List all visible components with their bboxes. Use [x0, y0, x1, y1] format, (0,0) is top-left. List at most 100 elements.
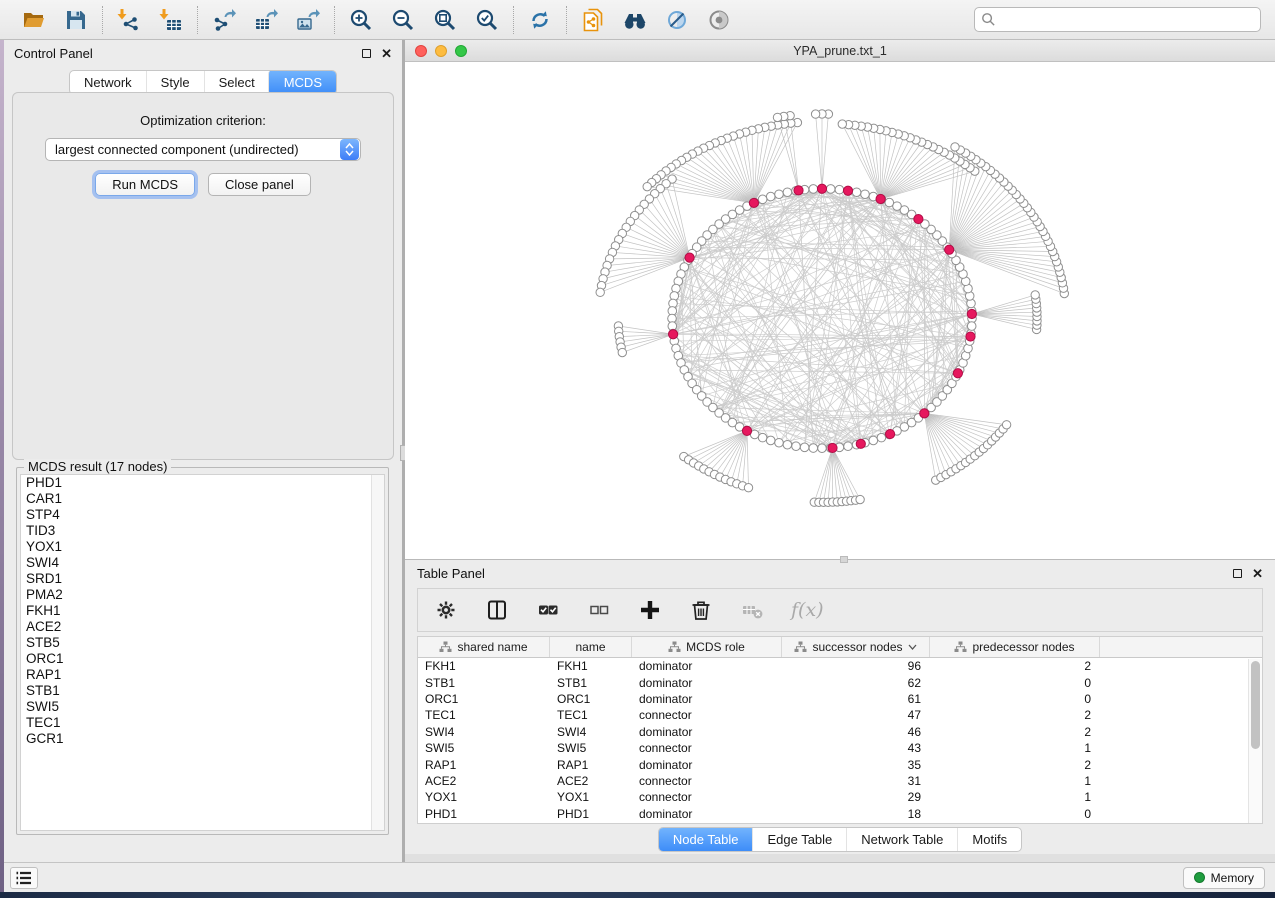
export-network-icon[interactable] — [210, 6, 238, 34]
network-node[interactable] — [758, 433, 767, 442]
mcds-list-item[interactable]: STB5 — [21, 635, 384, 651]
mcds-dominator-node[interactable] — [953, 369, 962, 378]
network-node[interactable] — [792, 442, 801, 451]
import-network-icon[interactable] — [115, 6, 143, 34]
network-node[interactable] — [818, 444, 827, 453]
open-file-icon[interactable] — [20, 6, 48, 34]
network-node[interactable] — [596, 288, 604, 296]
network-node[interactable] — [835, 185, 844, 194]
column-header-MCDS-role[interactable]: MCDS role — [632, 637, 782, 657]
tab-edge-table[interactable]: Edge Table — [752, 828, 846, 851]
delete-icon[interactable] — [689, 598, 713, 622]
table-row[interactable]: YOX1YOX1connector291 — [418, 789, 1262, 805]
mcds-list-item[interactable]: STB1 — [21, 683, 384, 699]
network-graph[interactable] — [405, 62, 1275, 559]
network-window-titlebar[interactable]: YPA_prune.txt_1 — [405, 40, 1275, 62]
network-node[interactable] — [861, 190, 870, 199]
add-column-icon[interactable] — [638, 598, 662, 622]
mcds-list-item[interactable]: RAP1 — [21, 667, 384, 683]
mcds-list-item[interactable]: PHD1 — [21, 475, 384, 491]
mcds-dominator-node[interactable] — [945, 245, 954, 254]
float-window-icon[interactable] — [1233, 569, 1242, 578]
mcds-dominator-node[interactable] — [876, 194, 885, 203]
mcds-list-item[interactable]: TID3 — [21, 523, 384, 539]
mcds-list-item[interactable]: ORC1 — [21, 651, 384, 667]
mcds-dominator-node[interactable] — [967, 309, 976, 318]
horizontal-splitter-grip[interactable] — [840, 556, 848, 563]
table-row[interactable]: TEC1TEC1connector472 — [418, 707, 1262, 723]
mcds-list-item[interactable]: SWI4 — [21, 555, 384, 571]
table-row[interactable]: ORC1ORC1dominator610 — [418, 691, 1262, 707]
column-header-shared-name[interactable]: shared name — [418, 637, 550, 657]
mcds-dominator-node[interactable] — [914, 214, 923, 223]
mcds-dominator-node[interactable] — [669, 330, 678, 339]
network-node[interactable] — [775, 438, 784, 447]
network-node[interactable] — [838, 120, 846, 128]
table-row[interactable]: PHD1PHD1dominator180 — [418, 806, 1262, 822]
network-node[interactable] — [852, 188, 861, 197]
hide-style-icon[interactable] — [663, 6, 691, 34]
mcds-dominator-node[interactable] — [856, 439, 865, 448]
tab-style[interactable]: Style — [146, 71, 204, 94]
import-table-icon[interactable] — [157, 6, 185, 34]
network-node[interactable] — [809, 444, 818, 453]
mcds-dominator-node[interactable] — [886, 429, 895, 438]
network-node[interactable] — [811, 110, 819, 118]
mcds-dominator-node[interactable] — [742, 426, 751, 435]
network-node[interactable] — [744, 484, 752, 492]
tab-network-table[interactable]: Network Table — [846, 828, 957, 851]
save-session-icon[interactable] — [62, 6, 90, 34]
column-header-name[interactable]: name — [550, 637, 632, 657]
float-window-icon[interactable] — [362, 49, 371, 58]
table-row[interactable]: SWI5SWI5connector431 — [418, 740, 1262, 756]
network-node[interactable] — [1031, 291, 1039, 299]
search-network-icon[interactable] — [621, 6, 649, 34]
network-node[interactable] — [758, 195, 767, 204]
zoom-out-icon[interactable] — [389, 6, 417, 34]
deselect-all-icon[interactable] — [587, 598, 611, 622]
tab-network[interactable]: Network — [70, 71, 146, 94]
table-settings-gear-icon[interactable] — [434, 598, 458, 622]
mcds-list-item[interactable]: ACE2 — [21, 619, 384, 635]
column-header-successor-nodes[interactable]: successor nodes — [782, 637, 930, 657]
mcds-list-item[interactable]: FKH1 — [21, 603, 384, 619]
criterion-dropdown[interactable]: largest connected component (undirected) — [45, 138, 361, 161]
mcds-dominator-node[interactable] — [794, 186, 803, 195]
mcds-result-list[interactable]: PHD1CAR1STP4TID3YOX1SWI4SRD1PMA2FKH1ACE2… — [20, 474, 385, 831]
close-panel-icon[interactable]: ✕ — [381, 49, 392, 58]
mcds-dominator-node[interactable] — [920, 409, 929, 418]
tab-node-table[interactable]: Node Table — [658, 827, 754, 852]
network-node[interactable] — [766, 192, 775, 201]
network-node[interactable] — [618, 348, 626, 356]
table-row[interactable]: STB1STB1dominator620 — [418, 674, 1262, 690]
export-image-icon[interactable] — [294, 6, 322, 34]
show-preview-icon[interactable] — [705, 6, 733, 34]
tab-motifs[interactable]: Motifs — [957, 828, 1021, 851]
mcds-list-item[interactable]: TEC1 — [21, 715, 384, 731]
mcds-list-scrollbar[interactable] — [371, 475, 384, 830]
show-columns-icon[interactable] — [485, 598, 509, 622]
column-header-predecessor-nodes[interactable]: predecessor nodes — [930, 637, 1100, 657]
table-row[interactable]: ACE2ACE2connector311 — [418, 773, 1262, 789]
mcds-list-item[interactable]: YOX1 — [21, 539, 384, 555]
mcds-dominator-node[interactable] — [843, 186, 852, 195]
search-input[interactable] — [974, 7, 1261, 32]
network-node[interactable] — [885, 198, 894, 207]
network-node[interactable] — [783, 188, 792, 197]
share-document-icon[interactable] — [579, 6, 607, 34]
close-panel-icon[interactable]: ✕ — [1252, 569, 1263, 578]
mcds-list-item[interactable]: GCR1 — [21, 731, 384, 747]
tab-select[interactable]: Select — [204, 71, 269, 94]
network-node[interactable] — [775, 190, 784, 199]
export-table-icon[interactable] — [252, 6, 280, 34]
mcds-dominator-node[interactable] — [966, 332, 975, 341]
mcds-list-item[interactable]: SWI5 — [21, 699, 384, 715]
network-node[interactable] — [856, 495, 864, 503]
apply-layout-icon[interactable] — [526, 6, 554, 34]
table-row[interactable]: FKH1FKH1dominator962 — [418, 658, 1262, 674]
network-node[interactable] — [869, 436, 878, 445]
memory-button[interactable]: Memory — [1183, 867, 1265, 889]
network-node[interactable] — [783, 440, 792, 449]
table-row[interactable]: SWI4SWI4dominator462 — [418, 724, 1262, 740]
mcds-list-item[interactable]: PMA2 — [21, 587, 384, 603]
